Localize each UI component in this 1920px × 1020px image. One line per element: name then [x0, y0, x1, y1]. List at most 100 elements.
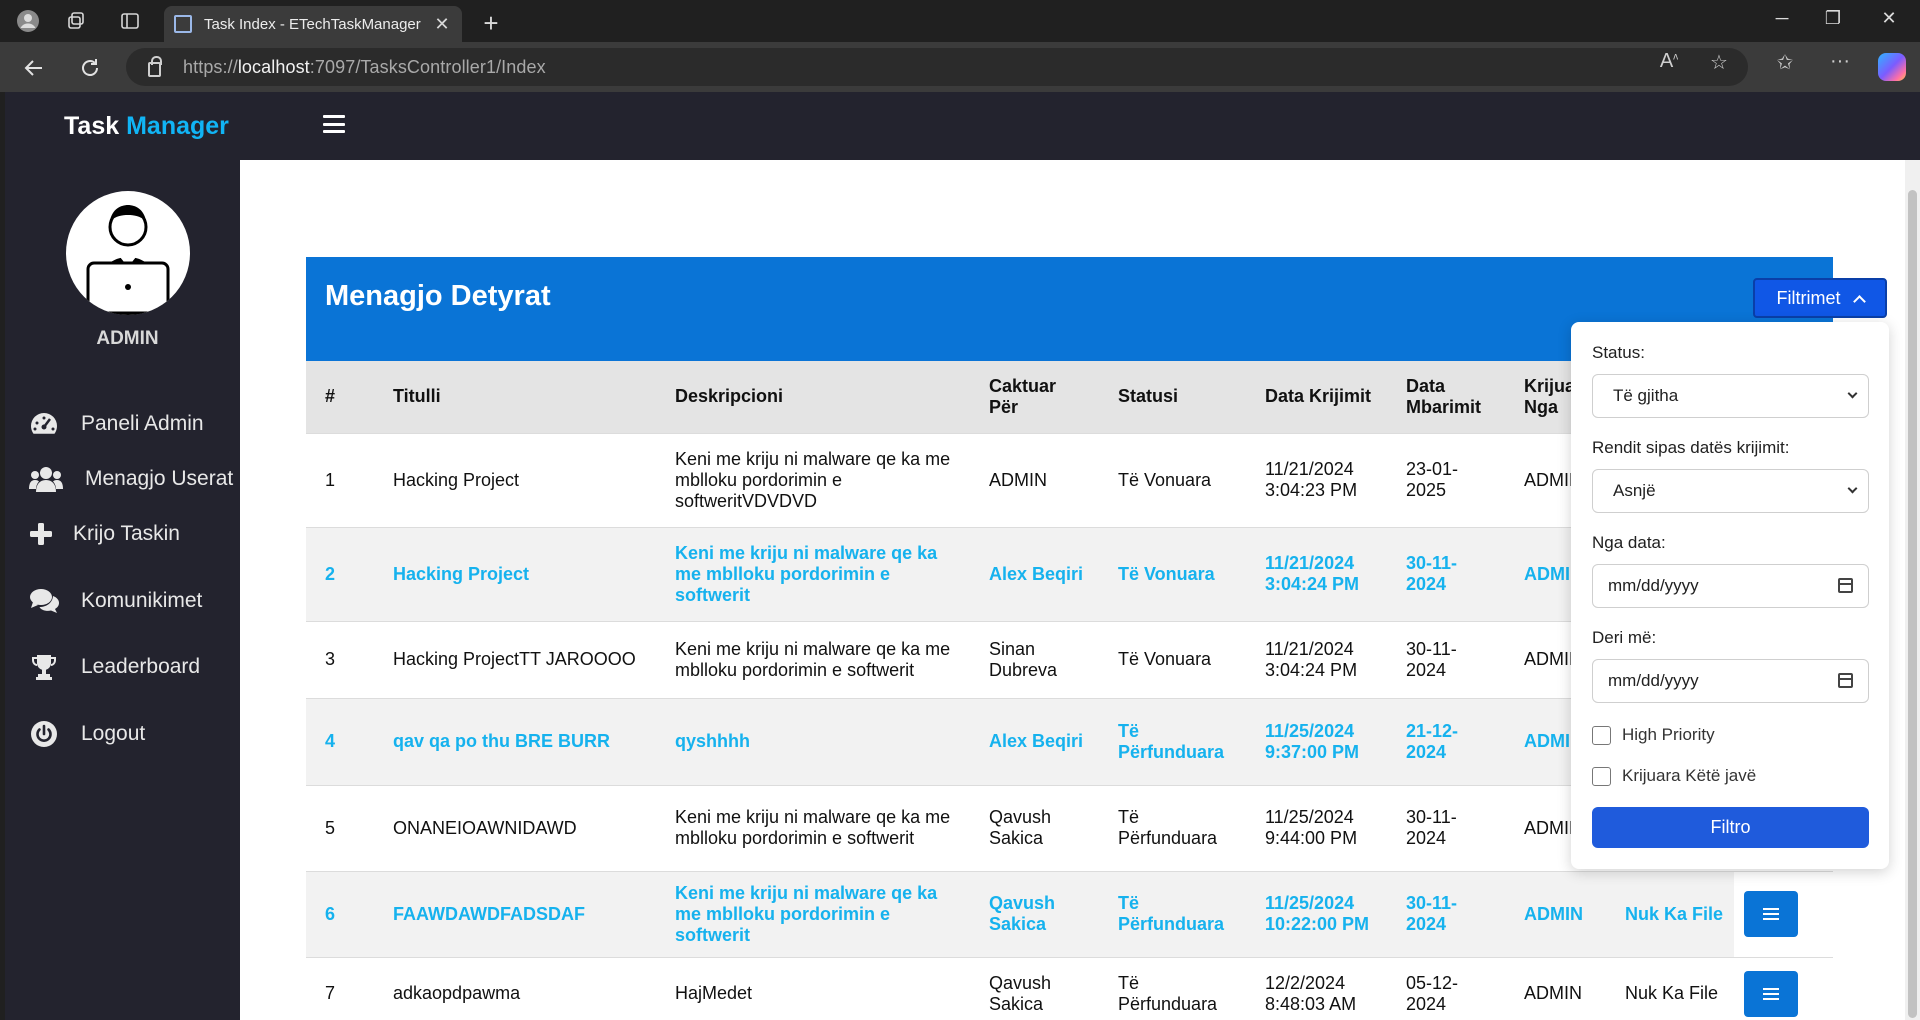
task-created: 11/21/2024 3:04:24 PM: [1246, 620, 1387, 698]
to-date-input[interactable]: mm/dd/yyyy: [1592, 659, 1869, 703]
refresh-icon[interactable]: [76, 54, 104, 82]
sidebar-item-logout[interactable]: Logout: [29, 717, 145, 751]
task-due: 05-12-2024: [1387, 956, 1505, 1020]
task-creator: ADMIN: [1505, 956, 1606, 1020]
collections-icon[interactable]: [64, 9, 88, 33]
favorites-icon[interactable]: ✩: [1770, 50, 1800, 75]
lock-icon[interactable]: [148, 55, 162, 77]
calendar-icon[interactable]: [1838, 673, 1853, 688]
filter-submit-button[interactable]: Filtro: [1592, 807, 1869, 848]
status-select-value: Të gjitha: [1613, 386, 1679, 405]
task-description: Keni me kriju ni malware qe ka me mbllok…: [656, 620, 970, 698]
close-window-icon[interactable]: ✕: [1874, 8, 1904, 29]
task-file: Nuk Ka File: [1606, 870, 1734, 957]
task-due: 30-11-2024: [1387, 784, 1505, 871]
task-status: Të Vonuara: [1099, 432, 1246, 527]
task-creator: ADMIN: [1505, 870, 1606, 957]
hamburger-menu-icon[interactable]: [323, 115, 345, 133]
task-details-button[interactable]: [1744, 891, 1798, 937]
table-row: 6 FAAWDAWDFADSDAF Keni me kriju ni malware…: [306, 870, 1833, 957]
filter-toggle-button[interactable]: Filtrimet: [1753, 278, 1887, 318]
task-status: Të Përfunduara: [1099, 697, 1246, 785]
page-scrollbar[interactable]: [1905, 160, 1920, 1020]
task-due: 30-11-2024: [1387, 526, 1505, 621]
task-assigned: Sinan Dubreva: [970, 620, 1099, 698]
sidebar-item-menagjo-userat[interactable]: Menagjo Userat: [29, 462, 233, 496]
task-file: Nuk Ka File: [1606, 956, 1734, 1020]
column-header-assigned: Caktuar Për: [970, 361, 1099, 433]
sort-label: Rendit sipas datës krijimit:: [1592, 438, 1790, 457]
task-details-button[interactable]: [1744, 970, 1798, 1017]
copilot-icon[interactable]: [1878, 53, 1906, 81]
task-status: Të Përfunduara: [1099, 784, 1246, 871]
created-this-week-checkbox[interactable]: Krijuara Këtë javë: [1592, 766, 1756, 786]
task-due: 30-11-2024: [1387, 870, 1505, 957]
to-date-placeholder: mm/dd/yyyy: [1608, 671, 1699, 690]
back-icon[interactable]: [20, 54, 48, 82]
calendar-icon[interactable]: [1838, 578, 1853, 593]
column-header-due: Data Mbarimit: [1387, 361, 1505, 433]
maximize-icon[interactable]: ❐: [1818, 8, 1848, 29]
task-created: 11/21/2024 3:04:24 PM: [1246, 526, 1387, 621]
sidebar-item-label: Leaderboard: [81, 655, 201, 678]
power-icon: [29, 719, 59, 749]
list-icon: [1763, 908, 1779, 920]
column-header-number: #: [306, 361, 374, 433]
task-status: Të Përfunduara: [1099, 956, 1246, 1020]
task-created: 11/21/2024 3:04:23 PM: [1246, 432, 1387, 527]
checkbox-box[interactable]: [1592, 766, 1611, 786]
to-date-label: Deri më:: [1592, 628, 1657, 647]
task-title: Hacking Project: [374, 526, 656, 621]
sidebar-item-komunikimet[interactable]: Komunikimet: [29, 584, 202, 618]
tab-title: Task Index - ETechTaskManager: [204, 15, 421, 33]
column-header-created: Data Krijimit: [1246, 361, 1387, 433]
app-viewport: Task Manager ADMIN Paneli Admin Menagjo …: [5, 92, 1920, 1020]
task-id: 6: [306, 870, 374, 957]
tab-actions-icon[interactable]: [118, 9, 142, 33]
from-date-placeholder: mm/dd/yyyy: [1608, 576, 1699, 595]
task-title: FAAWDAWDFADSDAF: [374, 870, 656, 957]
profile-icon[interactable]: [16, 9, 40, 33]
read-aloud-icon[interactable]: Aʌ: [1654, 50, 1684, 73]
task-id: 4: [306, 697, 374, 785]
high-priority-label: High Priority: [1622, 725, 1715, 744]
task-actions-cell: [1734, 870, 1833, 957]
minimize-icon[interactable]: ─: [1767, 8, 1797, 29]
new-tab-icon[interactable]: +: [478, 8, 504, 39]
task-due: 23-01-2025: [1387, 432, 1505, 527]
status-select[interactable]: Të gjitha: [1592, 374, 1869, 418]
sidebar-item-leaderboard[interactable]: Leaderboard: [29, 650, 200, 684]
task-actions-cell: [1734, 956, 1833, 1020]
avatar: [66, 191, 190, 315]
brand-logo[interactable]: Task Manager: [64, 112, 229, 141]
more-options-icon[interactable]: ···: [1825, 50, 1855, 73]
task-created: 11/25/2024 10:22:00 PM: [1246, 870, 1387, 957]
task-id: 5: [306, 784, 374, 871]
task-description: qyshhhh: [656, 697, 970, 785]
from-date-input[interactable]: mm/dd/yyyy: [1592, 564, 1869, 608]
column-header-description: Deskripcioni: [656, 361, 970, 433]
from-date-label: Nga data:: [1592, 533, 1666, 552]
sidebar-item-krijo-taskin[interactable]: Krijo Taskin: [29, 517, 180, 551]
address-bar[interactable]: https://localhost:7097/TasksController1/…: [126, 48, 1748, 86]
list-icon: [1763, 987, 1779, 1000]
sidebar-item-label: Krijo Taskin: [73, 522, 180, 545]
url-text: https://localhost:7097/TasksController1/…: [183, 56, 546, 77]
column-header-status: Statusi: [1099, 361, 1246, 433]
task-title: Hacking ProjectTT JAROOOO: [374, 620, 656, 698]
task-assigned: ADMIN: [970, 432, 1099, 527]
chevron-down-icon: [1847, 388, 1858, 399]
table-row: 7 adkaopdpawma HajMedet Qavush Sakica Të Për…: [306, 956, 1833, 1020]
close-tab-icon[interactable]: ✕: [432, 14, 452, 35]
sidebar-item-paneli-admin[interactable]: Paneli Admin: [29, 407, 204, 441]
favorite-star-icon[interactable]: ☆: [1704, 50, 1734, 75]
task-created: 11/25/2024 9:44:00 PM: [1246, 784, 1387, 871]
browser-toolbar: https://localhost:7097/TasksController1/…: [0, 42, 1920, 92]
task-title: ONANEIOAWNIDAWD: [374, 784, 656, 871]
browser-tab[interactable]: Task Index - ETechTaskManager ✕: [164, 6, 462, 42]
checkbox-box[interactable]: [1592, 725, 1611, 745]
high-priority-checkbox[interactable]: High Priority: [1592, 725, 1715, 745]
sort-select[interactable]: Asnjë: [1592, 469, 1869, 513]
scrollbar-thumb[interactable]: [1908, 190, 1917, 1018]
task-assigned: Alex Beqiri: [970, 697, 1099, 785]
